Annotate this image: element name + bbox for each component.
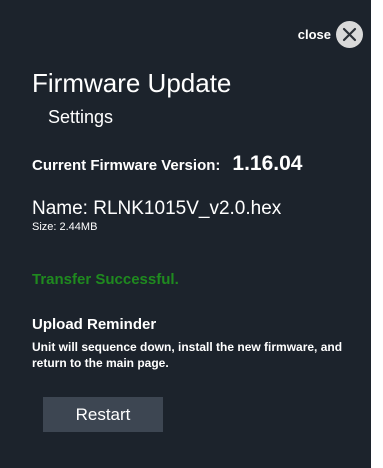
file-name-row: Name: RLNK1015V_v2.0.hex [32, 198, 281, 220]
restart-button[interactable]: Restart [43, 397, 163, 432]
firmware-update-panel: close Firmware Update Settings Current F… [0, 0, 371, 468]
transfer-status: Transfer Successful. [32, 271, 179, 288]
current-firmware-version: Current Firmware Version: 1.16.04 [32, 152, 302, 176]
file-size: Size: 2.44MB [32, 221, 98, 233]
current-firmware-value: 1.16.04 [232, 152, 303, 175]
upload-reminder-title: Upload Reminder [32, 316, 157, 333]
upload-reminder-text: Unit will sequence down, install the new… [32, 340, 343, 370]
file-name-value: RLNK1015V_v2.0.hex [93, 198, 282, 219]
current-firmware-label: Current Firmware Version: [32, 157, 221, 174]
close-label: close [297, 27, 331, 42]
file-name-label: Name: [32, 198, 88, 219]
page-title: Firmware Update [32, 68, 232, 98]
page-subtitle: Settings [48, 107, 114, 127]
close-x-icon[interactable] [336, 21, 363, 48]
close-button[interactable]: close [298, 21, 363, 48]
